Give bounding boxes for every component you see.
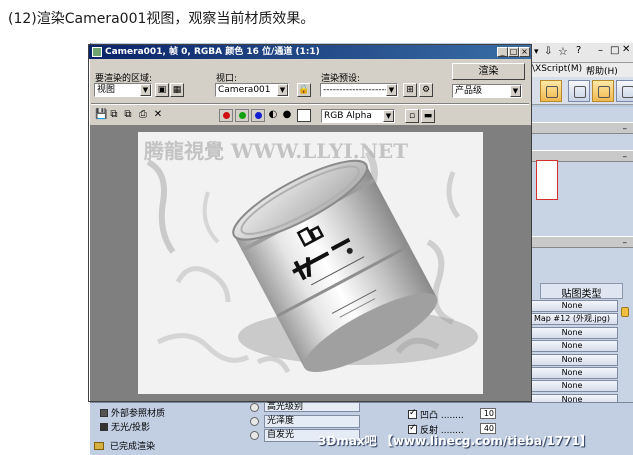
material-editor-icon[interactable] — [540, 80, 562, 102]
bookmark-icon[interactable]: ⇩ — [544, 46, 552, 57]
close-button[interactable]: × — [519, 47, 530, 57]
alpha-icon[interactable]: ◐ — [268, 110, 278, 120]
render-setup-icon[interactable] — [568, 80, 590, 102]
viewport-dropdown[interactable]: Camera001 ▼ — [215, 83, 289, 97]
save-icon[interactable]: 💾 — [95, 110, 107, 120]
render-frame-icon[interactable] — [592, 80, 614, 102]
param-field[interactable]: 高光级别 — [264, 402, 360, 412]
close-icon[interactable]: ✕ — [622, 44, 630, 55]
rendered-image: 腾龍視覺 WWW.LLYI.NET — [138, 132, 483, 394]
matte-shadow-icon — [100, 423, 108, 431]
status-text: 已完成渲染 — [110, 442, 156, 452]
list-item[interactable]: 无光/投影 — [100, 420, 150, 433]
map-slot-button[interactable]: None — [526, 380, 618, 393]
caption: (12)渲染Camera001视图，观察当前材质效果。 — [8, 11, 315, 27]
render-setup-icon[interactable]: ⊞ — [403, 83, 417, 97]
map-slot-button[interactable]: None — [526, 340, 618, 353]
list-item[interactable]: 外部参照材质 — [100, 406, 165, 419]
edit-region-icon[interactable]: ▣ — [155, 83, 169, 97]
max-menubar: ▾ ⇩ ☆ ? – □ ✕ — [530, 43, 633, 63]
window-title: Camera001, 帧 0, RGBA 颜色 16 位/通道 (1:1) — [105, 47, 320, 57]
render-svg: 腾龍視覺 WWW.LLYI.NET — [144, 139, 478, 374]
menu-help[interactable]: 帮助(H) — [586, 64, 618, 77]
map-slot-button[interactable]: None — [526, 300, 618, 312]
lock-viewport-icon[interactable]: 🔒 — [297, 83, 311, 97]
area-dropdown[interactable]: 视图 ▼ — [94, 83, 152, 97]
quick-render-icon[interactable] — [616, 80, 633, 102]
dropdown-icon[interactable]: ▾ — [534, 47, 539, 57]
minimize-icon[interactable]: – — [598, 45, 603, 56]
quality-dropdown[interactable]: 产品级 ▼ — [452, 84, 522, 98]
image-watermark: 腾龍視覺 WWW.LLYI.NET — [144, 139, 408, 163]
map-slot-button[interactable]: None — [526, 353, 618, 366]
rollout-bar[interactable]: – — [532, 236, 633, 248]
print-icon[interactable]: ⎙ — [138, 110, 148, 120]
blue-dot-icon — [255, 112, 262, 119]
color-swatch[interactable] — [297, 109, 311, 122]
max-menus: \XScript(M) 帮助(H) — [530, 63, 633, 77]
display-bg-icon[interactable]: ▬ — [421, 109, 435, 123]
rollout-bar[interactable]: – — [532, 122, 633, 134]
green-channel-toggle[interactable] — [235, 109, 249, 122]
map-slot-button[interactable]: None — [526, 367, 618, 379]
help-icon[interactable]: ? — [576, 45, 581, 56]
maximize-button[interactable]: □ — [508, 47, 519, 57]
xref-material-icon — [100, 409, 108, 417]
bump-amount[interactable]: 10 — [480, 408, 496, 419]
radio-icon[interactable] — [250, 417, 259, 426]
window-title-bar[interactable]: Camera001, 帧 0, RGBA 颜色 16 位/通道 (1:1) — [89, 45, 531, 59]
rendered-frame-window: Camera001, 帧 0, RGBA 颜色 16 位/通道 (1:1) _ … — [88, 44, 532, 402]
max-toolbar — [530, 77, 633, 105]
environment-icon[interactable]: ⚙ — [419, 83, 433, 97]
display-channel-icon[interactable]: ▫ — [405, 109, 419, 123]
map-slot-button[interactable]: Map #12 (外观.jpg) — [526, 313, 618, 326]
collapse-icon: – — [622, 238, 628, 248]
map-slot-button[interactable]: None — [526, 326, 618, 339]
bump-checkbox[interactable]: 凹凸 ........ — [408, 408, 464, 421]
chevron-down-icon: ▼ — [510, 85, 521, 97]
chevron-down-icon: ▼ — [383, 110, 394, 122]
collapse-icon: – — [622, 124, 628, 134]
site-watermark: 3Dmax吧 【www.linecg.com/tieba/1771】 — [318, 434, 592, 448]
radio-icon[interactable] — [250, 403, 259, 412]
red-channel-toggle[interactable] — [219, 109, 233, 122]
status-bar: 已完成渲染 — [90, 440, 290, 455]
mono-icon[interactable]: ● — [282, 110, 292, 120]
menu-maxscript[interactable]: \XScript(M) — [532, 64, 582, 74]
render-window-icon — [92, 47, 102, 57]
restore-icon[interactable]: □ — [610, 45, 619, 56]
collapse-icon: – — [622, 152, 628, 162]
material-preview — [536, 160, 558, 200]
toolbar-divider — [91, 103, 529, 105]
radio-icon[interactable] — [250, 431, 259, 440]
auto-region-icon[interactable]: ▦ — [170, 83, 184, 97]
render-button[interactable]: 渲染 — [452, 63, 525, 80]
chevron-down-icon: ▼ — [386, 84, 397, 96]
blue-channel-toggle[interactable] — [251, 109, 265, 122]
clear-icon[interactable]: ✕ — [153, 110, 163, 120]
clone-icon[interactable]: ⧉ — [123, 110, 133, 120]
red-dot-icon — [223, 112, 230, 119]
chevron-down-icon: ▼ — [277, 84, 288, 96]
map-type-header: 贴图类型 — [540, 283, 623, 300]
channel-dropdown[interactable]: RGB Alpha ▼ — [321, 109, 395, 123]
copy-icon[interactable]: ⧉ — [109, 110, 119, 120]
minimize-button[interactable]: _ — [497, 47, 508, 57]
chevron-down-icon: ▼ — [140, 84, 151, 96]
render-done-icon — [94, 442, 104, 450]
checkbox-icon — [408, 408, 417, 419]
green-dot-icon — [239, 112, 246, 119]
star-icon[interactable]: ☆ — [558, 45, 568, 58]
param-field[interactable]: 光泽度 — [264, 415, 360, 428]
preset-dropdown[interactable]: -------------------- ▼ — [320, 83, 398, 97]
render-canvas: 腾龍視覺 WWW.LLYI.NET — [90, 125, 531, 401]
param-row — [250, 403, 263, 414]
lock-icon[interactable] — [621, 307, 629, 317]
param-row — [250, 417, 263, 428]
